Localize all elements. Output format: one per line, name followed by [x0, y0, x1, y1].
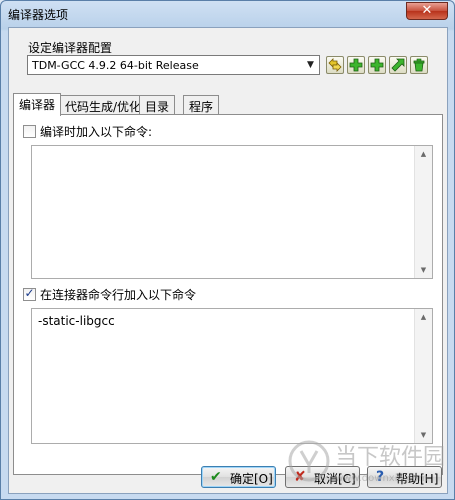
add-compile-cmd-checkbox[interactable]: [23, 125, 36, 138]
linker-cmd-text: -static-libgcc: [38, 314, 115, 328]
close-button[interactable]: ✕: [406, 2, 448, 20]
scroll-up-icon[interactable]: ▲: [415, 309, 432, 325]
add-linker-cmd-checkbox[interactable]: ✓: [23, 286, 36, 301]
ok-button[interactable]: ✔ 确定[O]: [201, 466, 276, 488]
compile-cmd-scrollbar[interactable]: ▲ ▼: [414, 146, 432, 278]
tab-directories[interactable]: 目录: [139, 95, 176, 114]
find-compiler-button[interactable]: [389, 56, 407, 74]
watermark: 当下软件园 www.downxia.com: [283, 433, 453, 499]
config-select-value: TDM-GCC 4.9.2 64-bit Release: [32, 59, 199, 72]
check-icon: ✔: [210, 469, 222, 485]
tab-programs[interactable]: 程序: [183, 95, 220, 114]
add-linker-cmd-label: 在连接器命令行加入以下命令: [40, 288, 197, 302]
title-bar[interactable]: 编译器选项 ✕: [1, 1, 454, 25]
window-title: 编译器选项: [8, 8, 69, 22]
chevron-down-icon[interactable]: ▼: [303, 57, 318, 73]
scroll-up-icon[interactable]: ▲: [415, 146, 432, 162]
linker-cmd-textarea[interactable]: -static-libgcc ▲ ▼: [31, 308, 433, 444]
delete-config-button[interactable]: [410, 56, 428, 74]
watermark-url: www.downxia.com: [335, 473, 429, 484]
compiler-config-select[interactable]: TDM-GCC 4.9.2 64-bit Release ▼: [27, 55, 320, 75]
tab-compiler[interactable]: 编译器: [13, 93, 62, 116]
add-config-button[interactable]: [347, 56, 365, 74]
arrow-icon: [391, 58, 405, 72]
tab-label: 目录: [145, 100, 170, 114]
scroll-down-icon[interactable]: ▼: [415, 262, 432, 278]
tab-label: 编译器: [19, 98, 56, 112]
ok-label: 确定[O]: [230, 472, 273, 486]
rename-config-button[interactable]: [326, 56, 344, 74]
tab-label: 程序: [189, 100, 214, 114]
add-compile-cmd-label: 编译时加入以下命令:: [40, 125, 153, 139]
watermark-logo-icon: [288, 440, 330, 482]
tab-label: 代码生成/优化: [65, 100, 142, 114]
tab-codegen[interactable]: 代码生成/优化: [59, 95, 148, 114]
rename-icon: [328, 58, 342, 72]
compiler-options-window: 编译器选项 ✕ 设定编译器配置 TDM-GCC 4.9.2 64-bit Rel…: [0, 0, 455, 500]
config-label: 设定编译器配置: [28, 41, 113, 55]
plus-icon: [349, 58, 363, 72]
watermark-brand: 当下软件园: [335, 445, 446, 470]
add-config-alt-button[interactable]: [368, 56, 386, 74]
plus-icon: [370, 58, 384, 72]
dialog-body: 设定编译器配置 TDM-GCC 4.9.2 64-bit Release ▼ 编…: [8, 27, 448, 494]
compile-cmd-textarea[interactable]: ▲ ▼: [31, 145, 433, 279]
checkmark-icon: ✓: [24, 286, 35, 300]
compiler-tab-panel: 编译时加入以下命令: ▲ ▼ ✓ 在连接器命令行加入以下命令 -static-l…: [13, 114, 443, 475]
trash-icon: [413, 58, 425, 72]
close-icon: ✕: [421, 3, 433, 18]
linker-cmd-scrollbar[interactable]: ▲ ▼: [414, 309, 432, 443]
